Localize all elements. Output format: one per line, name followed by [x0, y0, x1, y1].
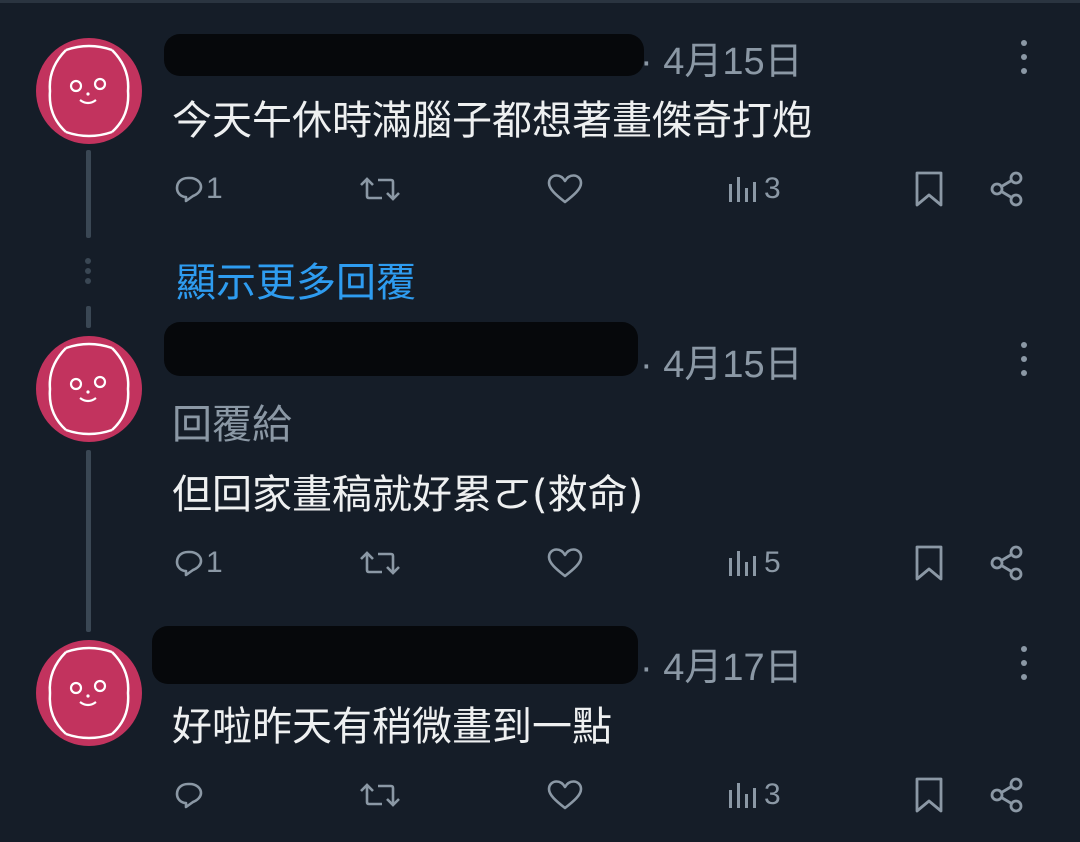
reply-icon [175, 782, 203, 809]
avatar-face-icon [48, 646, 130, 740]
views-button[interactable]: 3 [728, 772, 781, 818]
like-icon [547, 780, 583, 810]
post-3[interactable]: · 4月17日 好啦昨天有稍微畫到一點 3 [0, 0, 1080, 842]
more-icon[interactable] [1016, 644, 1032, 684]
bookmark-button[interactable] [914, 772, 944, 818]
like-button[interactable] [546, 772, 584, 818]
avatar[interactable] [36, 640, 142, 746]
share-icon [990, 777, 1023, 813]
bookmark-icon [915, 777, 943, 813]
post-actions: 3 [0, 772, 1080, 818]
post-text: 好啦昨天有稍微畫到一點 [172, 704, 612, 750]
reply-button[interactable] [174, 772, 204, 818]
redacted-username[interactable] [152, 626, 638, 684]
retweet-icon [360, 783, 400, 807]
views-count: 3 [764, 778, 781, 811]
share-button[interactable] [988, 772, 1026, 818]
retweet-button[interactable] [358, 772, 402, 818]
views-icon [729, 783, 756, 808]
post-date[interactable]: · 4月17日 [640, 636, 803, 691]
